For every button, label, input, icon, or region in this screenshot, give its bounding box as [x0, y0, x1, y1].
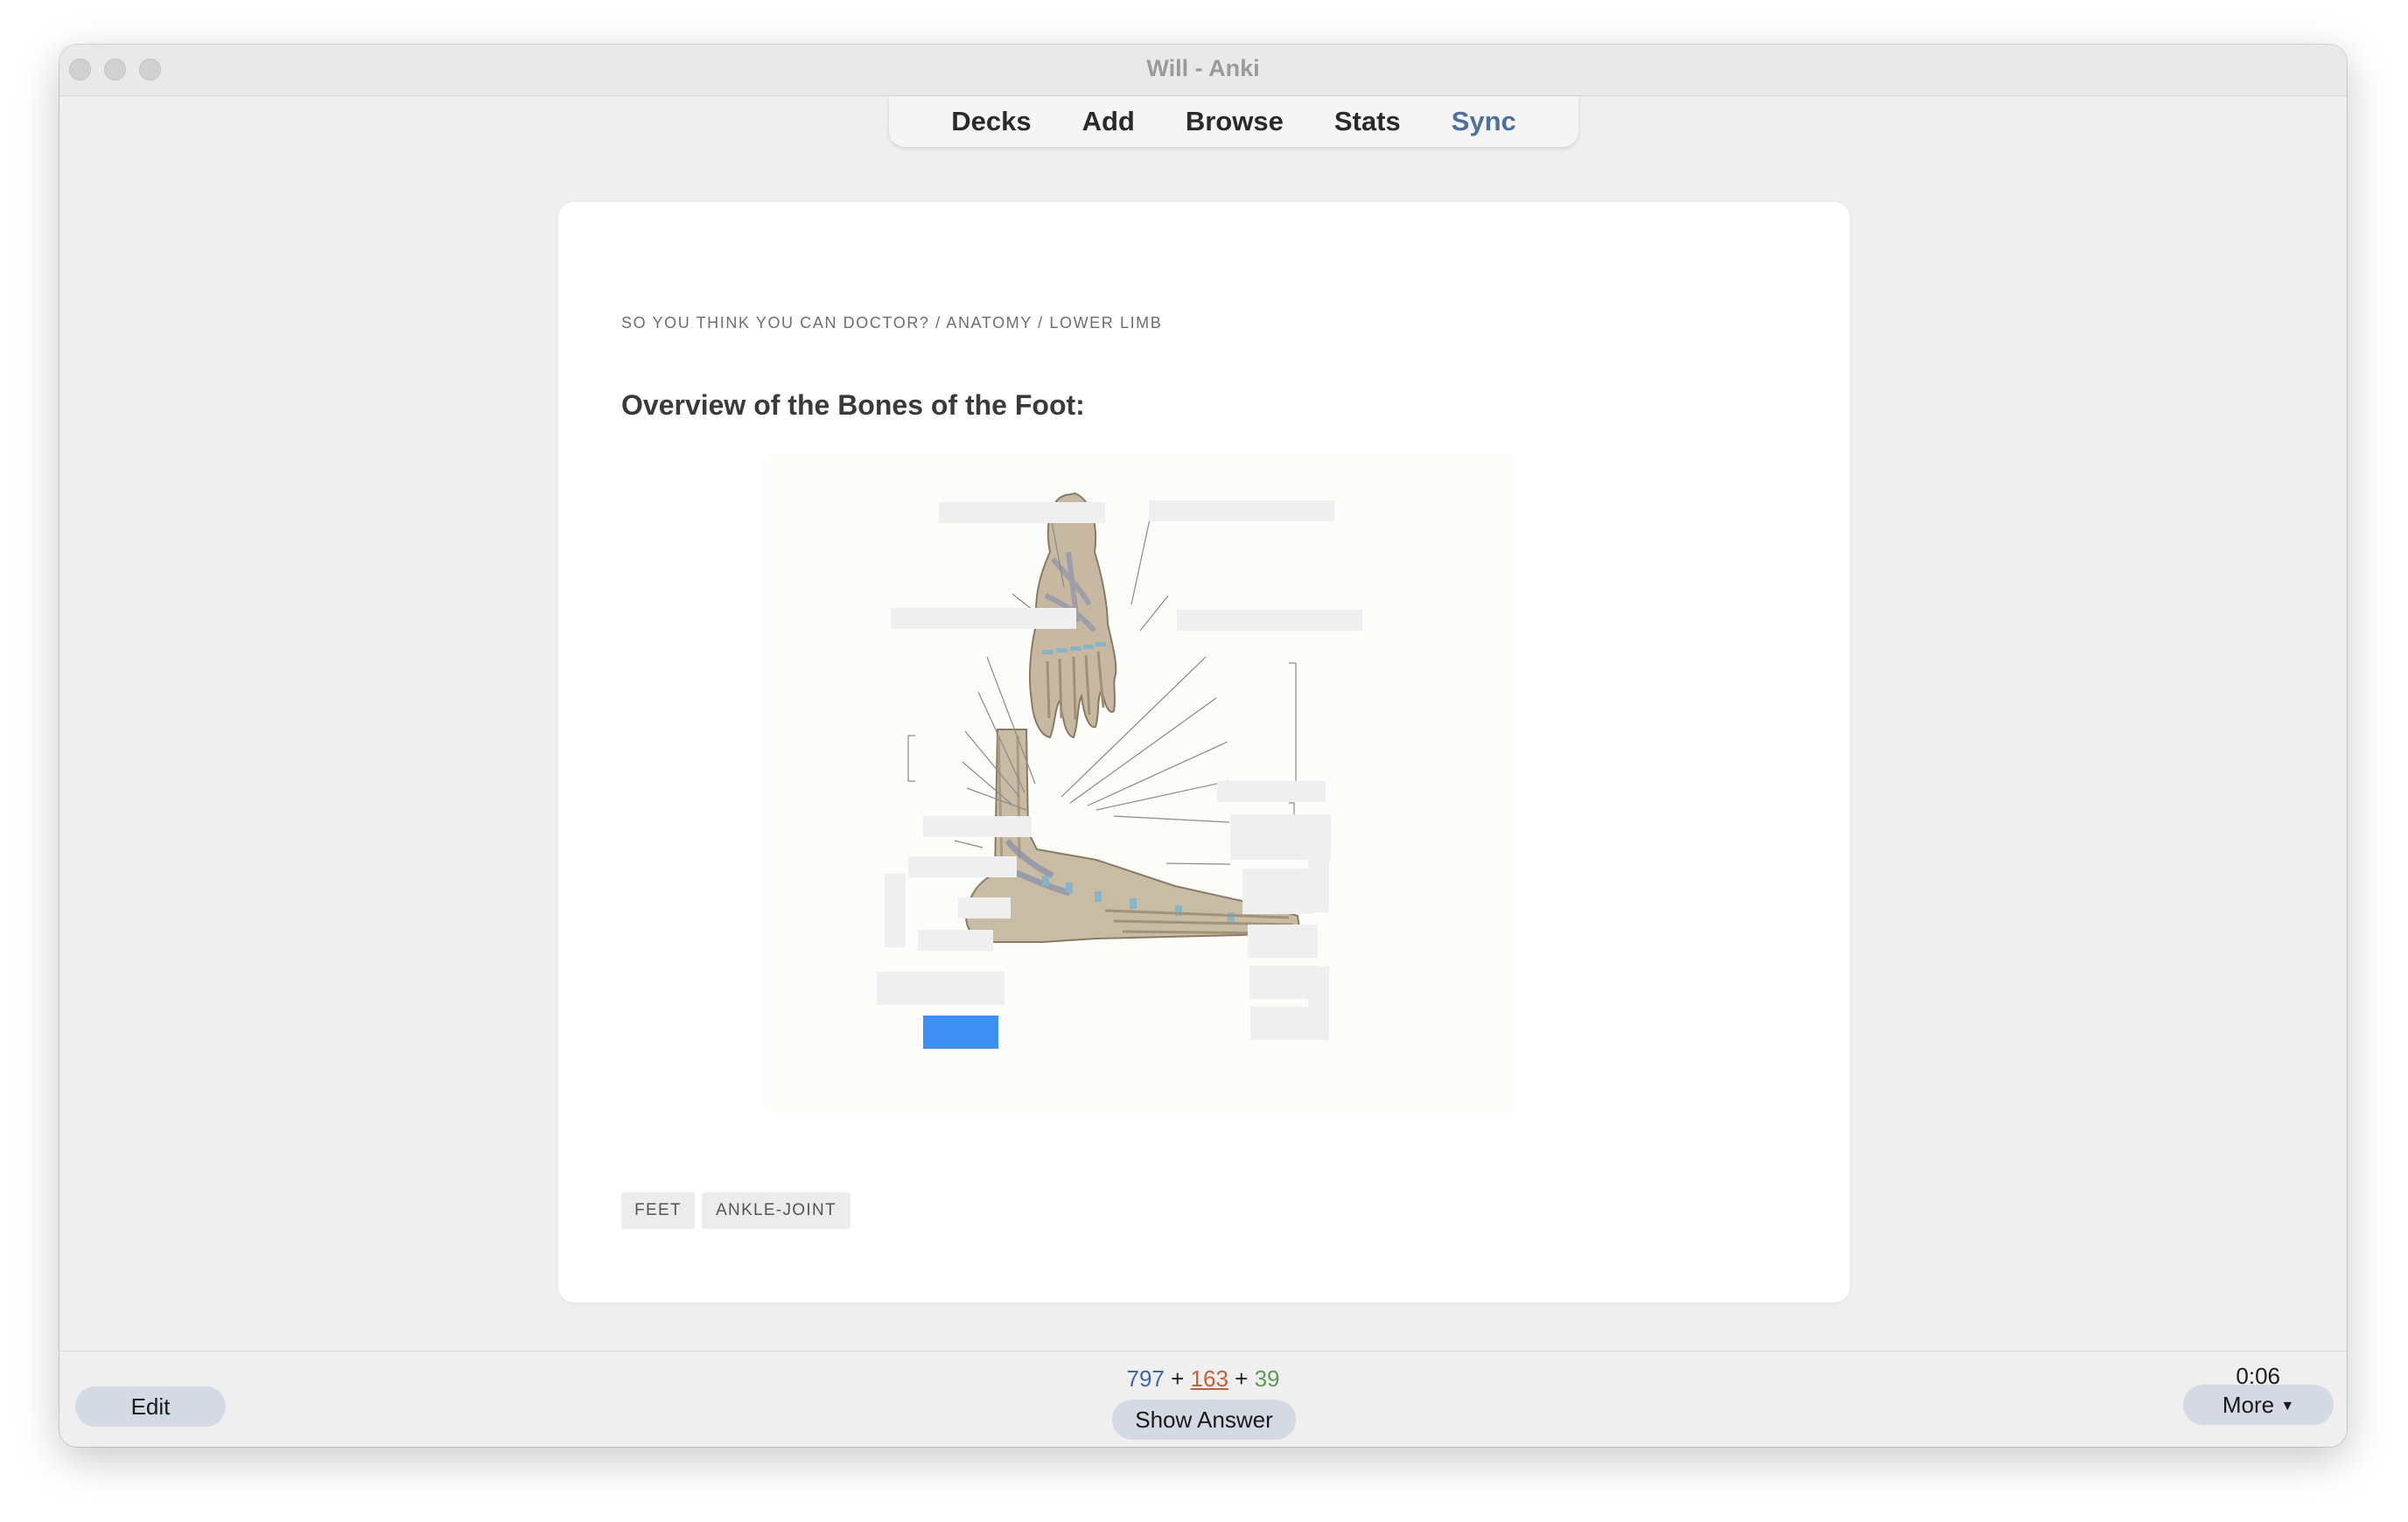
toolbar-add[interactable]: Add — [1082, 106, 1135, 137]
app-window: Will - Anki Decks Add Browse Stats Sync … — [60, 45, 2347, 1447]
toolbar-sync[interactable]: Sync — [1452, 106, 1516, 137]
count-separator: + — [1235, 1365, 1249, 1392]
review-card: SO YOU THINK YOU CAN DOCTOR? / ANATOMY /… — [558, 202, 1850, 1302]
new-count: 797 — [1126, 1365, 1165, 1392]
occlusion-mask — [923, 816, 1032, 837]
occlusion-mask — [908, 856, 1017, 877]
occlusion-mask — [1149, 500, 1334, 521]
foot-bones-occlusion-image — [764, 456, 1516, 1112]
learning-count: 163 — [1190, 1365, 1228, 1392]
count-separator: + — [1171, 1365, 1185, 1392]
toolbar-stats[interactable]: Stats — [1334, 106, 1401, 137]
review-bottom-bar: Edit 797 + 163 + 39 Show Answer 0:06 Mor… — [60, 1351, 2347, 1447]
tag-ankle-joint[interactable]: ANKLE-JOINT — [702, 1192, 850, 1229]
occlusion-mask — [1248, 925, 1318, 958]
occlusion-mask — [891, 608, 1076, 629]
chevron-down-icon: ▼ — [2280, 1399, 2295, 1414]
occlusion-mask — [1217, 781, 1326, 802]
occlusion-mask — [885, 874, 906, 947]
occlusion-mask — [1177, 610, 1362, 631]
more-label: More — [2222, 1392, 2275, 1418]
due-counts: 797 + 163 + 39 — [60, 1365, 2347, 1393]
card-question-title: Overview of the Bones of the Foot: — [621, 389, 1085, 421]
review-count: 39 — [1254, 1365, 1280, 1392]
toolbar-browse[interactable]: Browse — [1186, 106, 1284, 137]
occlusion-mask — [958, 897, 1011, 918]
occlusion-mask — [1308, 839, 1329, 912]
toolbar-decks[interactable]: Decks — [951, 106, 1031, 137]
tag-feet[interactable]: FEET — [621, 1192, 695, 1229]
occlusion-mask — [939, 502, 1105, 523]
more-button[interactable]: More ▼ — [2183, 1385, 2334, 1425]
occlusion-mask — [1242, 869, 1312, 914]
show-answer-button[interactable]: Show Answer — [1112, 1400, 1296, 1440]
main-toolbar: Decks Add Browse Stats Sync — [889, 96, 1578, 147]
diagram-background — [764, 456, 1516, 1112]
occlusion-mask — [1250, 1007, 1320, 1040]
occlusion-mask — [877, 972, 1004, 1005]
deck-breadcrumb: SO YOU THINK YOU CAN DOCTOR? / ANATOMY /… — [621, 314, 1163, 332]
occlusion-mask — [918, 930, 993, 951]
title-bar: Will - Anki — [60, 45, 2347, 96]
active-occlusion-mask — [923, 1016, 998, 1049]
window-title: Will - Anki — [1146, 55, 1260, 81]
